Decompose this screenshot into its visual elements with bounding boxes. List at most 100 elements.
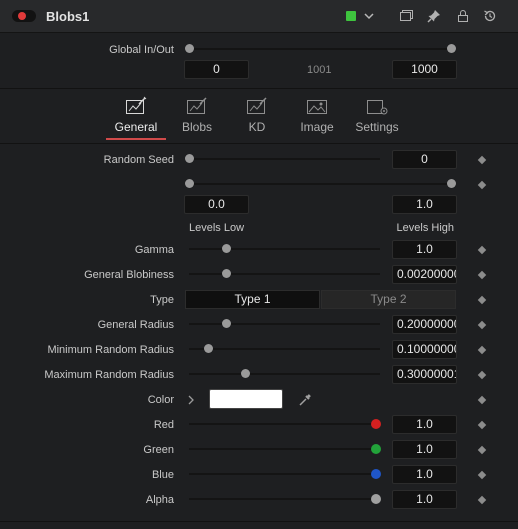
type-2-button[interactable]: Type 2 — [321, 290, 456, 309]
max-random-radius-slider[interactable] — [189, 373, 380, 375]
keyframe-diamond-icon[interactable] — [477, 180, 487, 190]
color-swatch[interactable] — [209, 389, 283, 409]
separator — [0, 143, 518, 144]
green-slider[interactable] — [189, 448, 374, 450]
keyframe-diamond-icon[interactable] — [477, 155, 487, 165]
toggle-dot — [18, 12, 26, 20]
node-header: Blobs1 — [0, 0, 518, 33]
keyframe-diamond-icon[interactable] — [477, 495, 487, 505]
chevron-down-icon[interactable] — [361, 8, 377, 24]
general-radius-knob[interactable] — [222, 319, 231, 328]
red-slider[interactable] — [189, 423, 374, 425]
levels-low-knob[interactable] — [185, 179, 194, 188]
kd-tab-icon — [247, 97, 267, 114]
levels-low-label: Levels Low — [189, 222, 245, 234]
alpha-field[interactable]: 1.0 — [392, 490, 457, 509]
keyframe-diamond-icon[interactable] — [477, 370, 487, 380]
general-radius-field[interactable]: 0.20000000 — [392, 315, 457, 334]
global-range-track[interactable] — [189, 48, 452, 50]
keyframe-diamond-icon[interactable] — [477, 395, 487, 405]
window-icon[interactable] — [398, 8, 414, 24]
alpha-label: Alpha — [145, 494, 174, 506]
min-random-radius-field[interactable]: 0.10000000 — [392, 340, 457, 359]
random-seed-slider[interactable] — [189, 158, 380, 160]
blue-slider[interactable] — [189, 473, 374, 475]
blue-label: Blue — [151, 469, 174, 481]
keyframe-diamond-icon[interactable] — [477, 295, 487, 305]
type-label: Type — [150, 294, 174, 306]
general-radius-slider[interactable] — [189, 323, 380, 325]
keyframe-diamond-icon[interactable] — [477, 345, 487, 355]
tab-general[interactable]: General — [104, 90, 168, 140]
general-radius-label: General Radius — [97, 319, 174, 331]
random-seed-knob[interactable] — [185, 154, 194, 163]
tab-settings[interactable]: Settings — [350, 90, 404, 140]
levels-range-track[interactable] — [189, 183, 452, 185]
global-in-field[interactable]: 0 — [184, 60, 249, 79]
max-random-radius-label: Maximum Random Radius — [44, 369, 174, 381]
green-label: Green — [143, 444, 174, 456]
general-tab-icon — [126, 96, 147, 114]
levels-high-knob[interactable] — [447, 179, 456, 188]
global-out-field[interactable]: 1000 — [392, 60, 457, 79]
tab-settings-label: Settings — [355, 120, 399, 134]
global-in-knob[interactable] — [185, 44, 194, 53]
red-label: Red — [153, 419, 174, 431]
general-blobiness-label: General Blobiness — [84, 269, 174, 281]
keyframe-diamond-icon[interactable] — [477, 470, 487, 480]
color-tag-swatch[interactable] — [346, 11, 356, 21]
lock-icon[interactable] — [455, 8, 471, 24]
red-knob[interactable] — [371, 419, 381, 429]
settings-tab-icon — [367, 100, 388, 115]
general-blobiness-knob[interactable] — [222, 269, 231, 278]
gamma-label: Gamma — [134, 244, 174, 256]
min-random-radius-knob[interactable] — [204, 344, 213, 353]
gamma-knob[interactable] — [222, 244, 231, 253]
max-random-radius-knob[interactable] — [241, 369, 250, 378]
keyframe-diamond-icon[interactable] — [477, 320, 487, 330]
eyedropper-icon[interactable] — [297, 392, 313, 408]
keyframe-diamond-icon[interactable] — [477, 270, 487, 280]
keyframe-diamond-icon[interactable] — [477, 445, 487, 455]
tab-bar: General Blobs KD Image Settings — [0, 90, 518, 142]
image-tab-icon — [307, 100, 327, 114]
green-knob[interactable] — [371, 444, 381, 454]
tab-image[interactable]: Image — [292, 90, 342, 140]
min-random-radius-label: Minimum Random Radius — [47, 344, 174, 356]
alpha-slider[interactable] — [189, 498, 374, 500]
reset-icon[interactable] — [482, 8, 498, 24]
global-out-knob[interactable] — [447, 44, 456, 53]
gamma-field[interactable]: 1.0 — [392, 240, 457, 259]
tab-kd[interactable]: KD — [232, 90, 282, 140]
chevron-right-icon[interactable] — [185, 394, 197, 406]
red-field[interactable]: 1.0 — [392, 415, 457, 434]
alpha-knob[interactable] — [371, 494, 381, 504]
node-enable-toggle[interactable] — [12, 10, 36, 22]
tab-blobs[interactable]: Blobs — [172, 90, 222, 140]
tab-general-label: General — [114, 120, 158, 134]
blue-knob[interactable] — [371, 469, 381, 479]
type-1-button[interactable]: Type 1 — [185, 290, 320, 309]
general-blobiness-slider[interactable] — [189, 273, 380, 275]
tab-blobs-label: Blobs — [181, 120, 213, 134]
green-field[interactable]: 1.0 — [392, 440, 457, 459]
blobs-tab-icon — [187, 97, 207, 114]
pin-icon[interactable] — [426, 8, 442, 24]
levels-high-label: Levels High — [396, 222, 454, 234]
max-random-radius-field[interactable]: 0.30000001 — [392, 365, 457, 384]
keyframe-diamond-icon[interactable] — [477, 245, 487, 255]
gamma-slider[interactable] — [189, 248, 380, 250]
general-blobiness-field[interactable]: 0.00200000 — [392, 265, 457, 284]
blue-field[interactable]: 1.0 — [392, 465, 457, 484]
levels-high-field[interactable]: 1.0 — [392, 195, 457, 214]
levels-low-field[interactable]: 0.0 — [184, 195, 249, 214]
min-random-radius-slider[interactable] — [189, 348, 380, 350]
separator — [0, 521, 518, 522]
node-title: Blobs1 — [46, 9, 90, 24]
separator — [0, 88, 518, 89]
random-seed-label: Random Seed — [103, 154, 174, 166]
global-mid-value: 1001 — [307, 64, 332, 76]
random-seed-field[interactable]: 0 — [392, 150, 457, 169]
keyframe-diamond-icon[interactable] — [477, 420, 487, 430]
tab-kd-label: KD — [248, 120, 266, 134]
